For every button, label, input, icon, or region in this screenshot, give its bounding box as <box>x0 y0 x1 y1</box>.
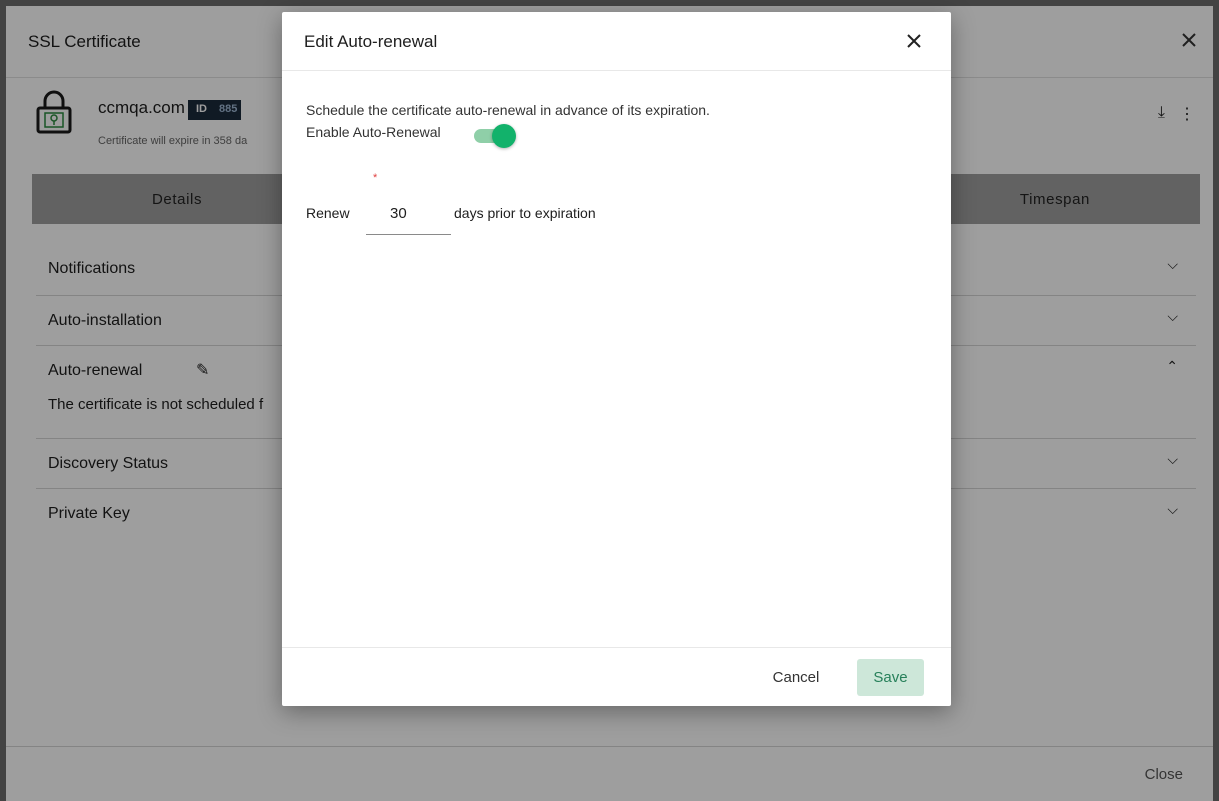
dialog-footer-divider <box>282 647 951 648</box>
toggle-knob <box>492 124 516 148</box>
cancel-button[interactable]: Cancel <box>756 659 836 695</box>
dialog-title: Edit Auto-renewal <box>304 32 438 51</box>
renew-days-input[interactable] <box>366 192 451 235</box>
edit-auto-renewal-dialog: Edit Auto-renewal Schedule the certifica… <box>282 12 951 706</box>
required-marker: * <box>373 172 378 184</box>
renew-suffix-label: days prior to expiration <box>454 205 596 221</box>
renew-label: Renew <box>306 205 350 221</box>
close-icon[interactable] <box>903 30 925 52</box>
auto-renewal-toggle-label: Enable Auto-Renewal <box>306 124 441 140</box>
save-button[interactable]: Save <box>857 659 924 696</box>
auto-renewal-toggle[interactable] <box>474 123 520 148</box>
dialog-description: Schedule the certificate auto-renewal in… <box>306 102 710 118</box>
dialog-header-divider <box>282 70 951 71</box>
